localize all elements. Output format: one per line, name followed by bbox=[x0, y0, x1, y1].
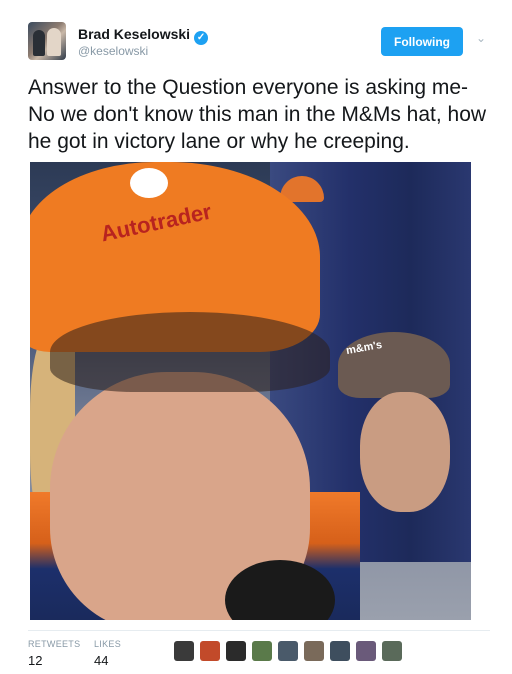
author-handle[interactable]: @keselowski bbox=[78, 44, 148, 58]
likes-label: LIKES bbox=[94, 639, 122, 649]
tweet-stats: RETWEETS 12 LIKES 44 bbox=[28, 630, 490, 671]
liker-avatar[interactable] bbox=[278, 641, 298, 661]
mms-hat bbox=[338, 332, 450, 398]
author-name[interactable]: Brad Keselowski ✓ bbox=[78, 26, 209, 45]
retweets-stat[interactable]: RETWEETS 12 bbox=[28, 639, 80, 668]
avatar-figure-1 bbox=[33, 30, 45, 56]
cap-logo bbox=[130, 168, 168, 198]
author-avatar[interactable] bbox=[28, 22, 66, 60]
liker-avatar[interactable] bbox=[252, 641, 272, 661]
liker-avatar[interactable] bbox=[226, 641, 246, 661]
liker-avatar[interactable] bbox=[330, 641, 350, 661]
liker-avatar[interactable] bbox=[174, 641, 194, 661]
following-button[interactable]: Following bbox=[381, 27, 463, 56]
likes-count: 44 bbox=[94, 653, 109, 668]
tweet-photo[interactable]: m&m's Autotrader bbox=[30, 162, 471, 620]
likes-stat[interactable]: LIKES 44 bbox=[94, 639, 121, 668]
man-in-mms-hat bbox=[360, 392, 450, 512]
author-name-text: Brad Keselowski bbox=[78, 26, 191, 42]
liker-avatar[interactable] bbox=[304, 641, 324, 661]
cap-brim-shadow bbox=[50, 312, 330, 392]
likers-avatars bbox=[174, 641, 402, 661]
chevron-down-icon[interactable]: ⌄ bbox=[474, 31, 488, 45]
tweet-header: Brad Keselowski ✓ @keselowski Following ⌄ bbox=[28, 22, 490, 62]
liker-avatar[interactable] bbox=[382, 641, 402, 661]
verified-icon: ✓ bbox=[194, 31, 209, 45]
retweets-label: RETWEETS bbox=[28, 639, 81, 649]
liker-avatar[interactable] bbox=[200, 641, 220, 661]
avatar-figure-2 bbox=[47, 28, 61, 56]
liker-avatar[interactable] bbox=[356, 641, 376, 661]
retweets-count: 12 bbox=[28, 653, 43, 668]
tweet-text: Answer to the Question everyone is askin… bbox=[28, 76, 487, 153]
